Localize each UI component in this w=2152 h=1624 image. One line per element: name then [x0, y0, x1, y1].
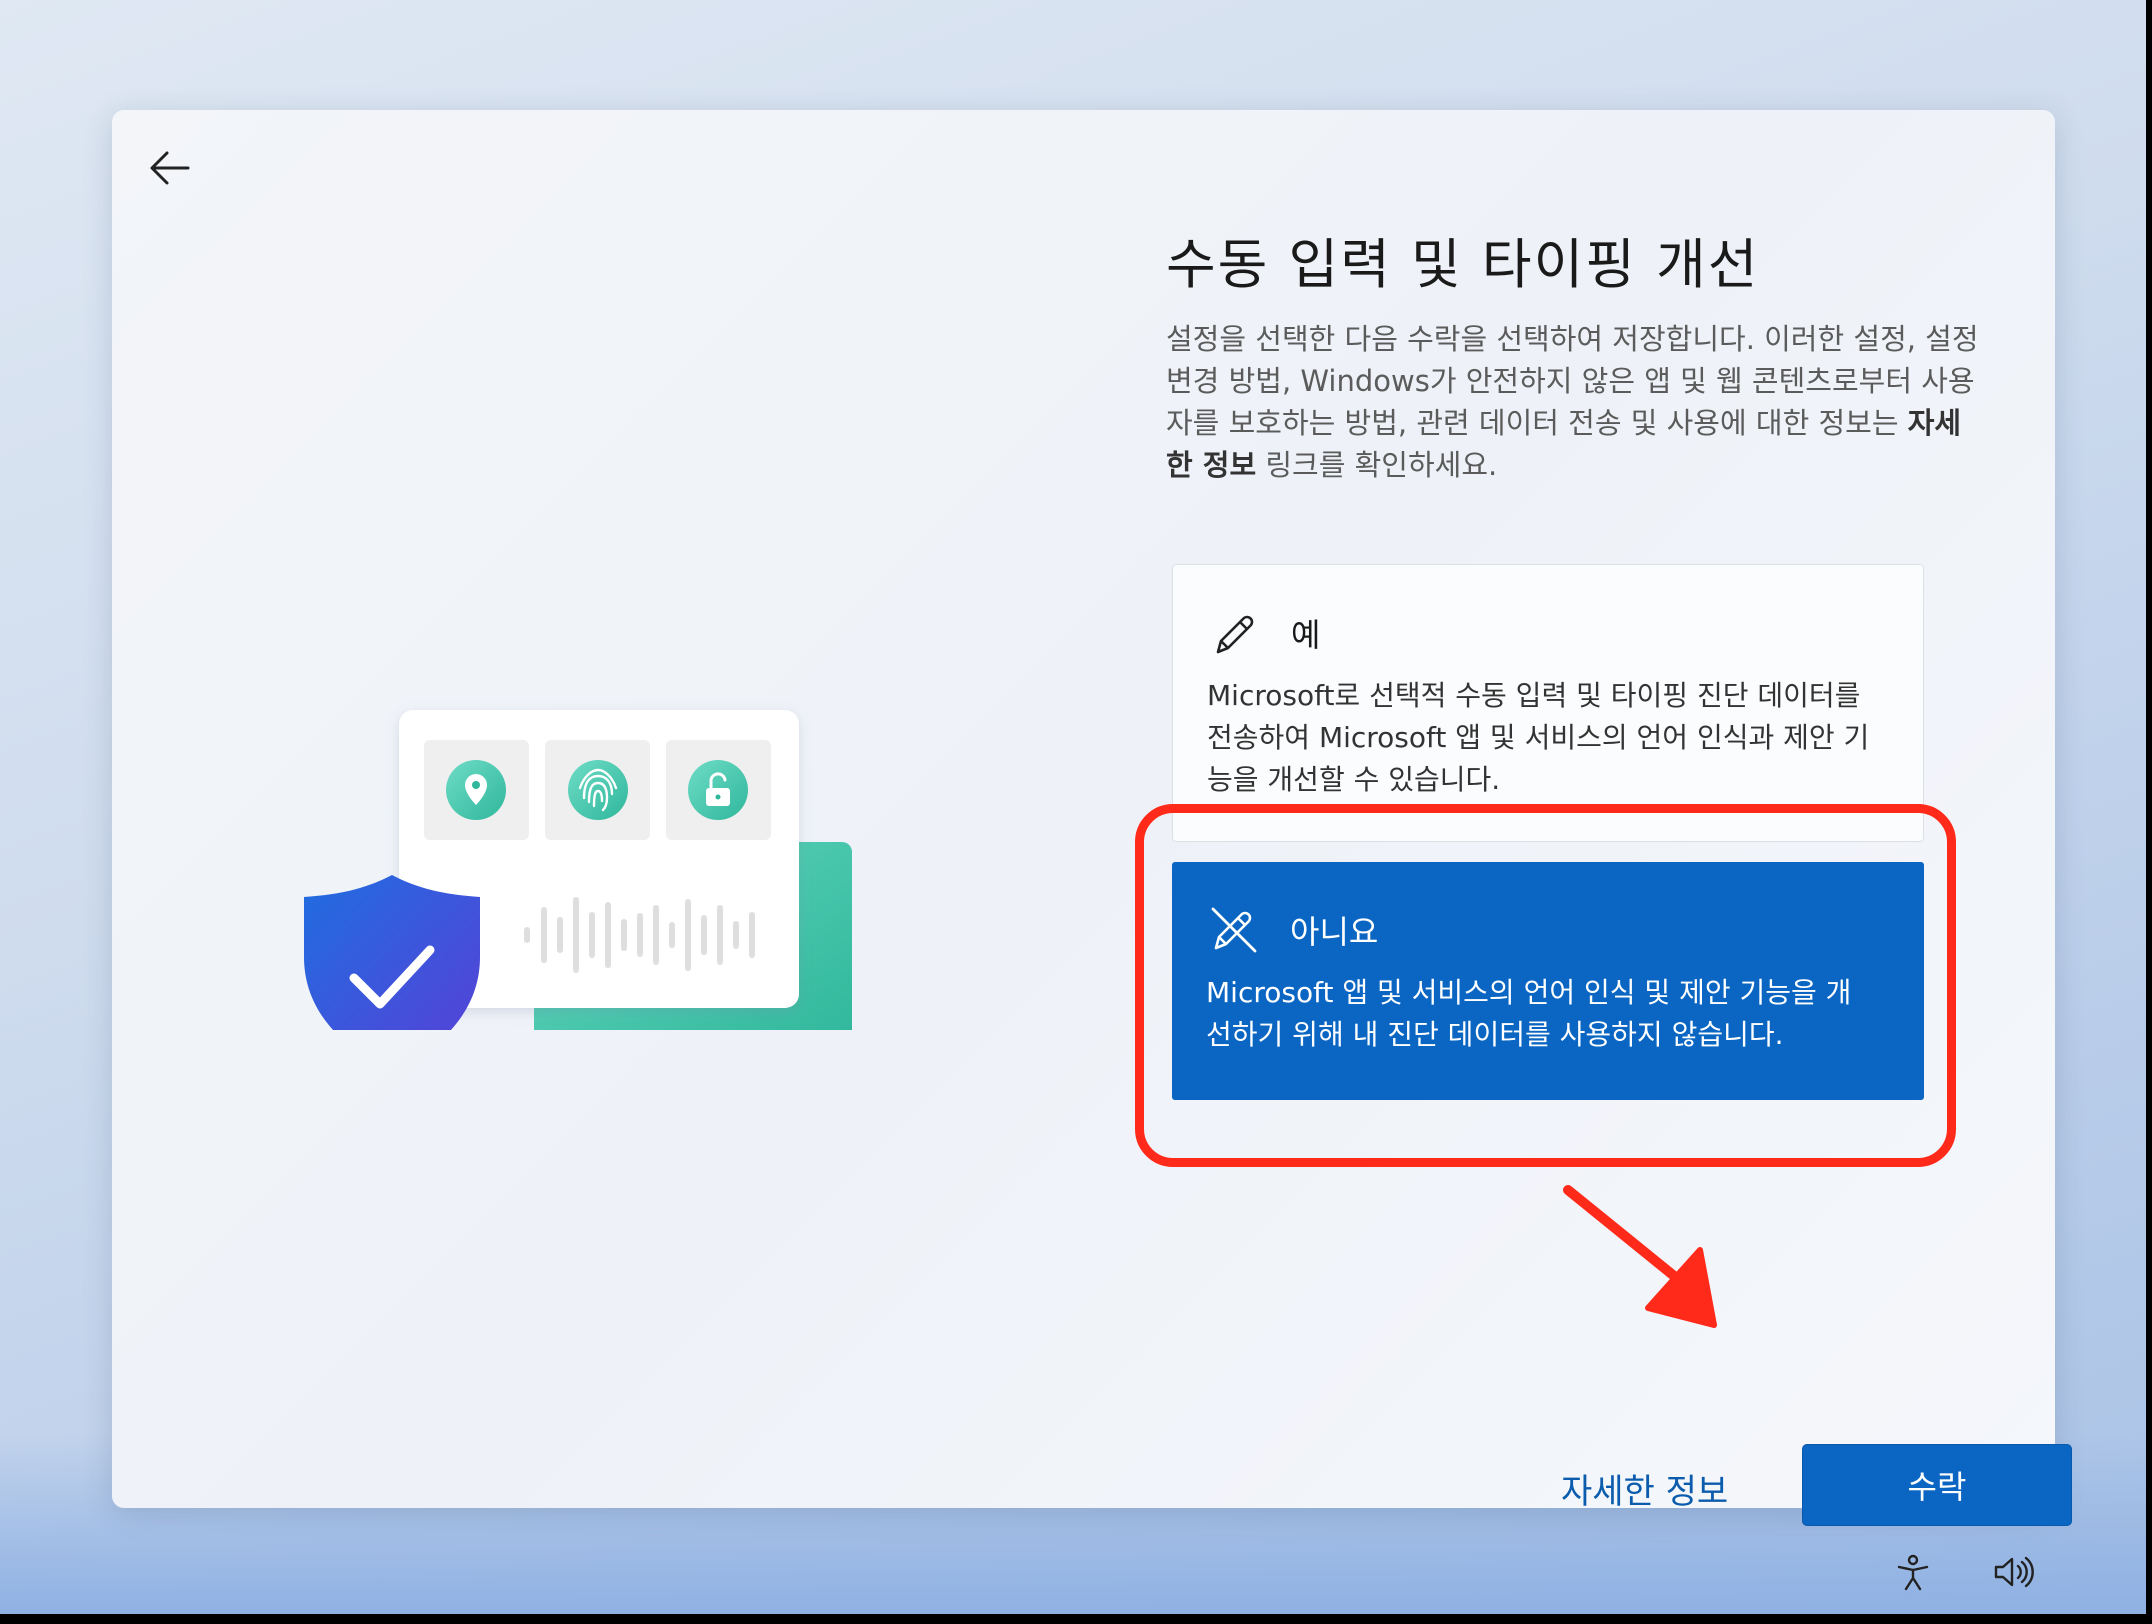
option-no-description: Microsoft 앱 및 서비스의 언어 인식 및 제안 기능을 개선하기 위… — [1206, 976, 1852, 1051]
page-description: 설정을 선택한 다음 수락을 선택하여 저장합니다. 이러한 설정, 설정 변경… — [1166, 318, 1986, 486]
pen-off-icon — [1206, 902, 1262, 958]
pen-icon — [1207, 605, 1263, 661]
learn-more-link[interactable]: 자세한 정보 — [1561, 1464, 1728, 1513]
accept-button[interactable]: 수락 — [1802, 1444, 2072, 1526]
option-yes[interactable]: 예 Microsoft로 선택적 수동 입력 및 타이핑 진단 데이터를 전송하… — [1172, 564, 1924, 842]
back-arrow-icon — [150, 151, 190, 185]
option-no-label: 아니요 — [1290, 913, 1379, 951]
fingerprint-icon — [568, 760, 628, 820]
unlock-icon — [688, 760, 748, 820]
description-text: 설정을 선택한 다음 수락을 선택하여 저장합니다. 이러한 설정, 설정 변경… — [1166, 322, 1979, 440]
oobe-dialog: 수동 입력 및 타이핑 개선 설정을 선택한 다음 수락을 선택하여 저장합니다… — [112, 110, 2072, 1526]
volume-icon — [1994, 1556, 2034, 1588]
option-no-header: 아니요 — [1206, 902, 1890, 958]
option-yes-header: 예 — [1207, 605, 1889, 661]
accessibility-button[interactable] — [1885, 1546, 1941, 1598]
description-text-end: 링크를 확인하세요. — [1256, 448, 1498, 482]
option-no[interactable]: 아니요 Microsoft 앱 및 서비스의 언어 인식 및 제안 기능을 개선… — [1172, 862, 1924, 1100]
volume-button[interactable] — [1985, 1546, 2041, 1598]
security-shield-icon — [304, 875, 480, 1030]
option-yes-label: 예 — [1291, 616, 1321, 654]
oobe-background: 수동 입력 및 타이핑 개선 설정을 선택한 다음 수락을 선택하여 저장합니다… — [0, 0, 2146, 1614]
location-pin-icon — [446, 760, 506, 820]
option-yes-description: Microsoft로 선택적 수동 입력 및 타이핑 진단 데이터를 전송하여 … — [1207, 679, 1870, 796]
accessibility-icon — [1897, 1554, 1929, 1591]
privacy-illustration — [304, 710, 852, 1030]
back-button[interactable] — [140, 138, 200, 198]
page-title: 수동 입력 및 타이핑 개선 — [1166, 233, 1760, 296]
